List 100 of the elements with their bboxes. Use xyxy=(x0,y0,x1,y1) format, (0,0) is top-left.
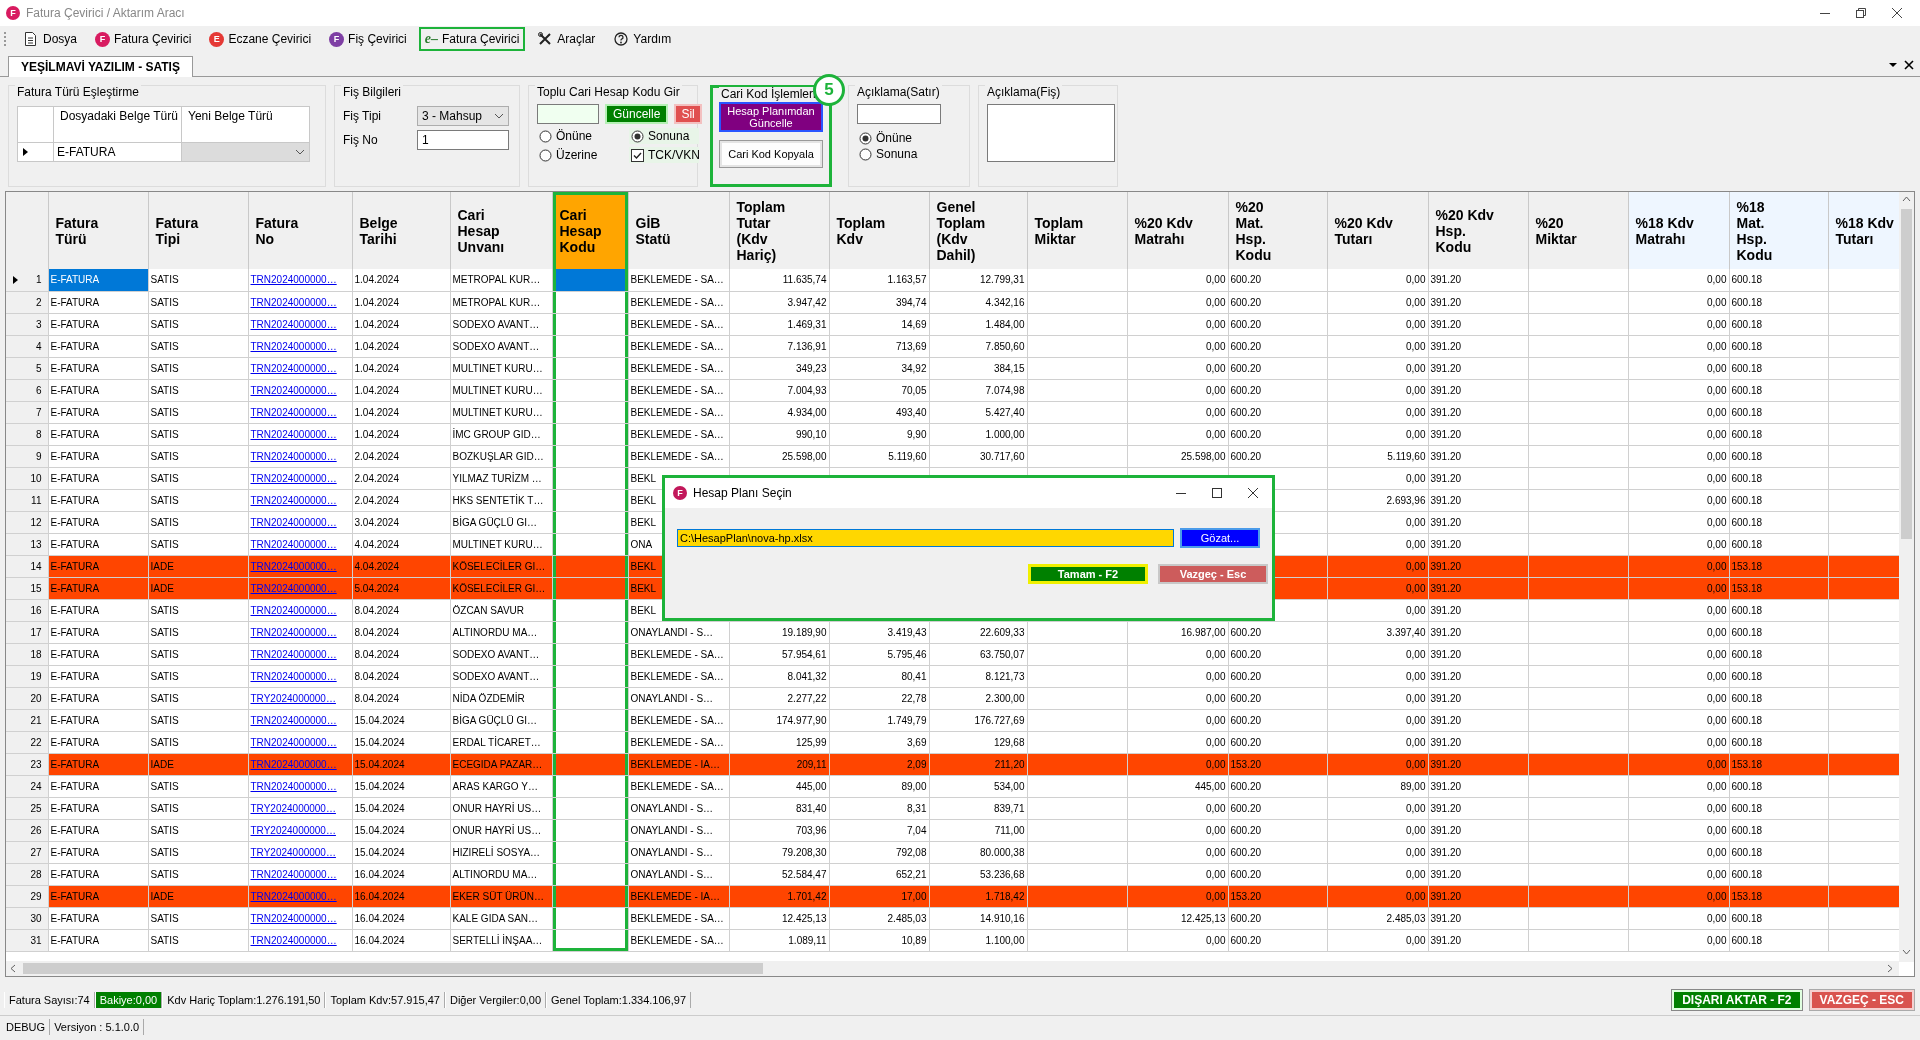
update-button[interactable]: Güncelle xyxy=(605,104,669,124)
column-header[interactable]: Cari Hesap Unvanı xyxy=(450,192,552,269)
column-header[interactable]: %18 Kdv Matrahı xyxy=(1628,192,1729,269)
checkbox-option[interactable]: TCK/VKN xyxy=(629,147,699,163)
column-header[interactable]: %20 Mat. Hsp. Kodu xyxy=(1228,192,1327,269)
column-header[interactable]: Fatura Tipi xyxy=(148,192,248,269)
invoice-link[interactable]: TRN2024000000… xyxy=(250,516,337,528)
column-header[interactable]: %18 Kdv Tutarı xyxy=(1828,192,1899,269)
table-cell: 600.20 xyxy=(1228,819,1327,841)
slip-note-field[interactable] xyxy=(987,104,1115,162)
table-cell: 391.20 xyxy=(1428,665,1528,687)
slip-type-dropdown[interactable]: 3 - Mahsup xyxy=(417,106,509,126)
invoice-link[interactable]: TRN2024000000… xyxy=(250,604,337,616)
invoice-link[interactable]: TRN2024000000… xyxy=(250,296,337,308)
radio-option[interactable]: Üzerine xyxy=(537,147,629,163)
invoice-link[interactable]: TRN2024000000… xyxy=(250,626,337,638)
invoice-link[interactable]: TRN2024000000… xyxy=(250,670,337,682)
table-cell: 600.18 xyxy=(1729,731,1828,753)
cancel-button[interactable]: VAZGEÇ - ESC xyxy=(1809,990,1914,1010)
invoice-link[interactable]: TRN2024000000… xyxy=(250,494,337,506)
invoice-link[interactable]: TRN2024000000… xyxy=(250,274,337,286)
column-header[interactable]: Fatura No xyxy=(248,192,352,269)
table-cell: 600.20 xyxy=(1228,863,1327,885)
table-cell: 600.20 xyxy=(1228,731,1327,753)
update-from-plan-button[interactable]: Hesap Planımdan Güncelle xyxy=(719,102,823,132)
invoice-link[interactable]: TRN2024000000… xyxy=(250,736,337,748)
column-header[interactable]: %20 Kdv Hsp. Kodu xyxy=(1428,192,1528,269)
table-cell: SATIS xyxy=(148,445,248,467)
copy-code-button[interactable]: Cari Kod Kopyala xyxy=(719,140,823,168)
menu-item[interactable]: E Eczane Çevirici xyxy=(203,27,318,51)
invoice-link[interactable]: TRY2024000000… xyxy=(250,692,336,704)
radio-option[interactable]: Önüne xyxy=(857,130,961,146)
ok-button[interactable]: Tamam - F2 xyxy=(1028,564,1148,584)
radio-option[interactable]: Sonuna xyxy=(857,146,961,162)
menu-item[interactable]: F Fatura Çevirici xyxy=(89,27,198,51)
column-header[interactable]: %18 Mat. Hsp. Kodu xyxy=(1729,192,1828,269)
table-cell: 600.20 xyxy=(1228,423,1327,445)
column-header[interactable]: Toplam Miktar xyxy=(1027,192,1127,269)
slip-number-field[interactable]: 1 xyxy=(417,130,509,150)
invoice-link[interactable]: TRN2024000000… xyxy=(250,340,337,352)
file-path-field[interactable]: C:\HesapPlan\nova-hp.xlsx xyxy=(677,529,1174,547)
invoice-link[interactable]: TRY2024000000… xyxy=(250,802,336,814)
table-cell: 15.04.2024 xyxy=(352,731,450,753)
radio-option[interactable]: Sonuna xyxy=(629,128,699,144)
table-cell: 391.20 xyxy=(1428,269,1528,291)
table-cell: 600.20 xyxy=(1228,709,1327,731)
invoice-link[interactable]: TRY2024000000… xyxy=(250,846,336,858)
export-button[interactable]: DIŞARI AKTAR - F2 xyxy=(1672,990,1802,1010)
invoice-link[interactable]: TRN2024000000… xyxy=(250,912,337,924)
menu-item[interactable]: F Fiş Çevirici xyxy=(323,27,413,51)
invoice-link[interactable]: TRN2024000000… xyxy=(250,934,337,946)
line-note-field[interactable] xyxy=(857,104,941,124)
menu-item[interactable]: Yardım xyxy=(607,27,678,51)
column-header[interactable]: Genel Toplam (Kdv Dahil) xyxy=(929,192,1027,269)
table-cell: 534,00 xyxy=(929,775,1027,797)
invoice-link[interactable]: TRN2024000000… xyxy=(250,318,337,330)
table-cell: 0,00 xyxy=(1127,665,1228,687)
column-header[interactable]: GİB Statü xyxy=(628,192,729,269)
invoice-link[interactable]: TRN2024000000… xyxy=(250,450,337,462)
cancel-button[interactable]: Vazgeç - Esc xyxy=(1158,564,1268,584)
invoice-link[interactable]: TRN2024000000… xyxy=(250,538,337,550)
account-code-field[interactable] xyxy=(537,104,599,124)
column-header[interactable]: Fatura Türü xyxy=(48,192,148,269)
status-field: Kdv Hariç Toplam:1.276.191,50 xyxy=(162,992,326,1008)
column-header[interactable]: %20 Kdv Matrahı xyxy=(1127,192,1228,269)
table-cell: 1.749,79 xyxy=(829,709,929,731)
invoice-link[interactable]: TRY2024000000… xyxy=(250,824,336,836)
column-header[interactable]: %20 Miktar xyxy=(1528,192,1628,269)
invoice-link[interactable]: TRN2024000000… xyxy=(250,714,337,726)
invoice-link[interactable]: TRN2024000000… xyxy=(250,428,337,440)
browse-button[interactable]: Gözat... xyxy=(1180,528,1260,548)
column-header[interactable]: Toplam Tutar (Kdv Hariç) xyxy=(729,192,829,269)
table-cell: 391.20 xyxy=(1428,907,1528,929)
table-cell: 990,10 xyxy=(729,423,829,445)
menu-item[interactable]: Dosya xyxy=(17,27,83,51)
table-cell: METROPAL KUR… xyxy=(450,269,552,291)
menu-item[interactable]: Araçlar xyxy=(531,27,602,51)
column-header[interactable]: %20 Kdv Tutarı xyxy=(1327,192,1428,269)
radio-option[interactable]: Önüne xyxy=(537,128,629,144)
invoice-link[interactable]: TRN2024000000… xyxy=(250,472,337,484)
row-number: 26 xyxy=(6,819,48,841)
column-header[interactable]: Toplam Kdv xyxy=(829,192,929,269)
table-cell: E-FATURA xyxy=(48,291,148,313)
table-cell: 652,21 xyxy=(829,863,929,885)
column-header[interactable]: Belge Tarihi xyxy=(352,192,450,269)
invoice-link[interactable]: TRN2024000000… xyxy=(250,362,337,374)
table-cell: ÖZCAN SAVUR xyxy=(450,599,552,621)
delete-button[interactable]: Sil xyxy=(674,104,702,124)
column-header[interactable]: Cari Hesap Kodu xyxy=(552,192,628,269)
table-cell: 600.20 xyxy=(1228,665,1327,687)
invoice-link[interactable]: TRN2024000000… xyxy=(250,406,337,418)
table-cell: 391.20 xyxy=(1428,423,1528,445)
table-cell: YILMAZ TURİZM … xyxy=(450,467,552,489)
invoice-link[interactable]: TRN2024000000… xyxy=(250,648,337,660)
invoice-link[interactable]: TRN2024000000… xyxy=(250,868,337,880)
menu-item[interactable]: e– Fatura Çevirici xyxy=(418,27,526,51)
invoice-link[interactable]: TRN2024000000… xyxy=(250,384,337,396)
invoice-link[interactable]: TRN2024000000… xyxy=(250,780,337,792)
document-tab[interactable]: YEŞİLMAVİ YAZILIM - SATIŞ xyxy=(8,56,193,77)
table-cell: 600.18 xyxy=(1729,819,1828,841)
